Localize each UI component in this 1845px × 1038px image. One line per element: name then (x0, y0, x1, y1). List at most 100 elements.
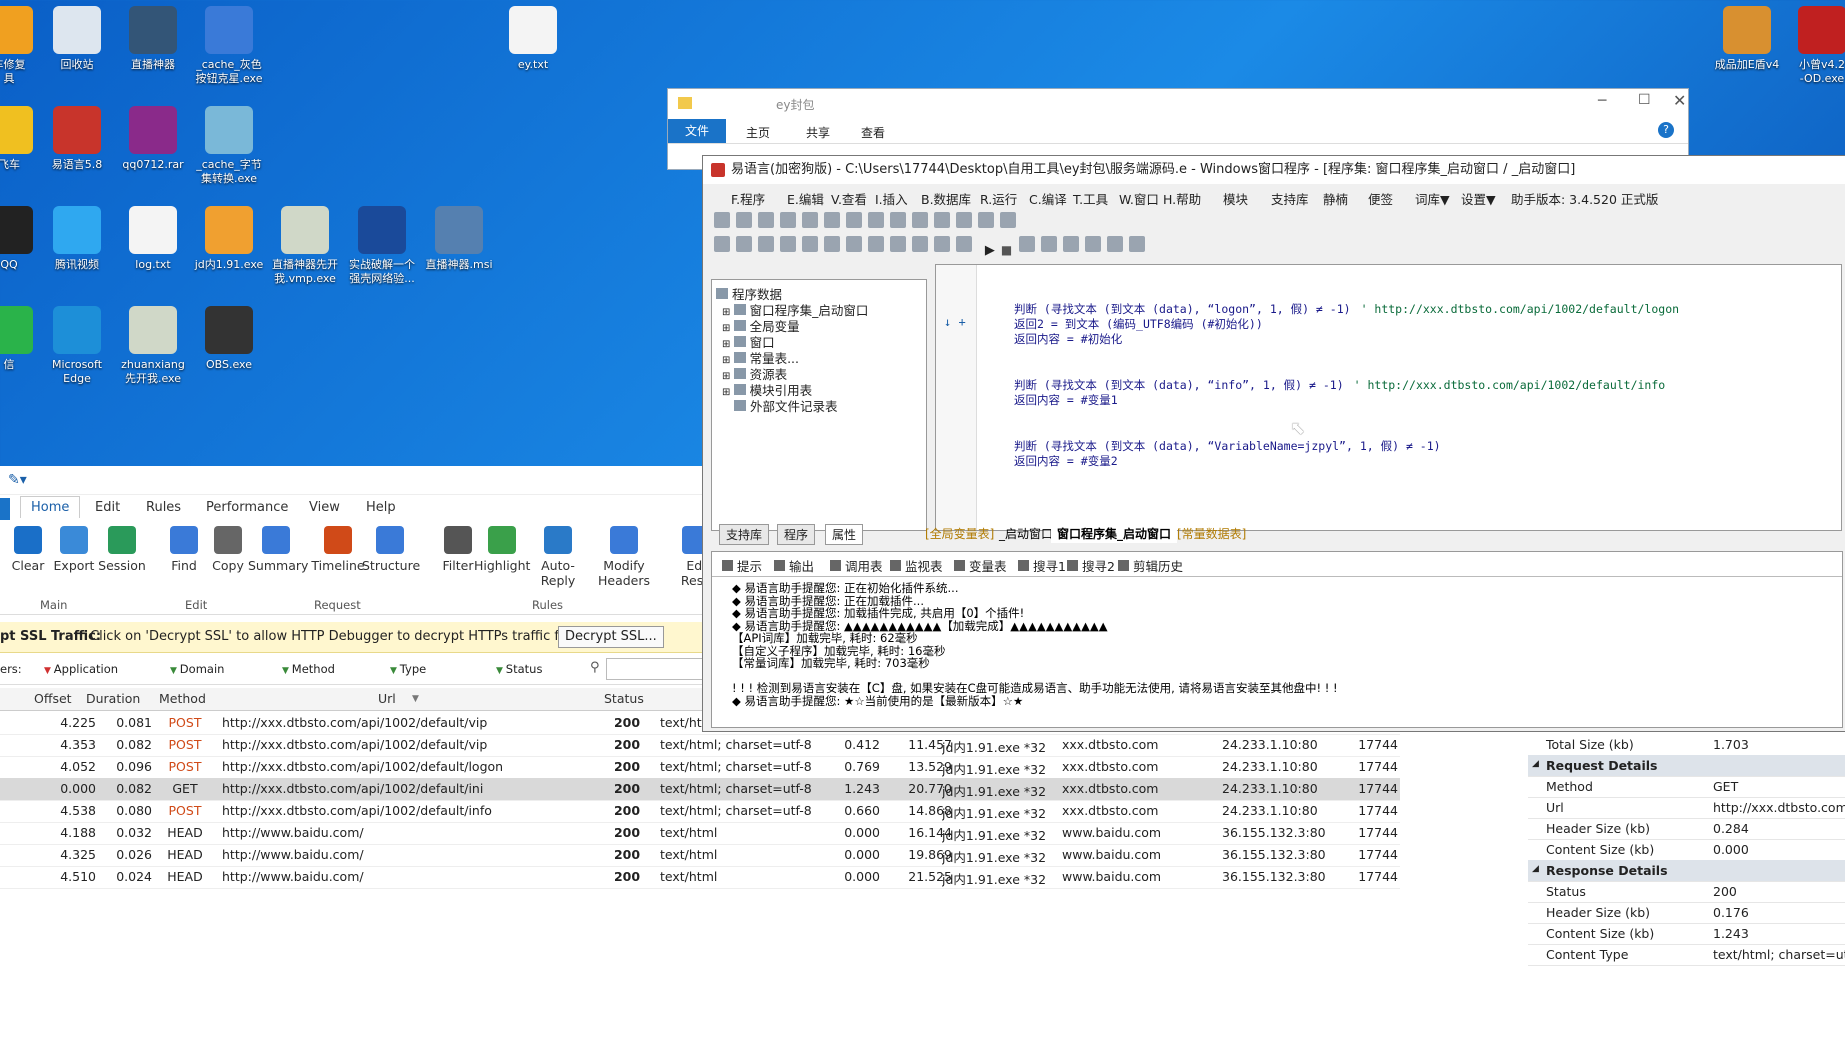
tools-icon[interactable] (1129, 236, 1145, 252)
toolbar-icon[interactable] (802, 212, 818, 228)
filter-application-dropdown[interactable]: ▼ Application (44, 662, 118, 676)
desktop-icon[interactable]: Microsoft Edge (40, 306, 114, 386)
toolbar-icon[interactable] (890, 212, 906, 228)
paste-icon[interactable] (824, 236, 840, 252)
col-duration[interactable]: Duration (86, 691, 140, 706)
menu-item[interactable]: 支持库 (1271, 189, 1309, 208)
collapse-icon[interactable]: ◢ (1532, 759, 1539, 769)
minimize-icon[interactable]: ─ (1598, 93, 1606, 109)
desktop-icon[interactable]: 回收站 (40, 6, 114, 72)
menu-item[interactable]: T.工具 (1073, 189, 1108, 208)
output-tab[interactable]: 调用表 (830, 556, 883, 575)
toolbar-icon[interactable] (978, 212, 994, 228)
menu-item[interactable]: 静楠 (1323, 189, 1348, 208)
editor-tab[interactable]: 窗口程序集_启动窗口 (1051, 524, 1178, 543)
menu-item[interactable]: H.帮助 (1163, 189, 1201, 208)
tab-edit[interactable]: Edit (95, 500, 120, 515)
tab-performance[interactable]: Performance (206, 500, 288, 515)
output-tab[interactable]: 搜寻2 (1067, 556, 1115, 575)
tab-home[interactable]: Home (20, 496, 81, 518)
editor-tab[interactable]: [常量数据表] (1171, 524, 1252, 543)
toolbar-icon[interactable] (846, 212, 862, 228)
collapse-icon[interactable]: ◢ (1532, 864, 1539, 874)
desktop-icon[interactable]: 成品加E盾v4 (1710, 6, 1784, 72)
menu-item[interactable]: 便签 (1368, 189, 1393, 208)
code-line[interactable]: 返回内容 = #初始化 (1014, 331, 1122, 347)
cut-icon[interactable] (780, 236, 796, 252)
maximize-icon[interactable]: ☐ (1638, 92, 1651, 108)
left-panel-tab[interactable]: 属性 (825, 524, 864, 545)
window-icon[interactable] (956, 236, 972, 252)
expand-icon[interactable]: ⊞ (722, 387, 734, 398)
code-editor[interactable]: ↓ + 判断 (寻找文本 (到文本 (data), “logon”, 1, 假)… (935, 264, 1842, 531)
desktop-icon[interactable]: 直播神器先开 我.vmp.exe (268, 206, 342, 286)
summary-button[interactable]: Summary (248, 526, 308, 573)
code-line[interactable]: 返回2 = 到文本 (编码_UTF8编码 (#初始化)) (1014, 316, 1263, 332)
tab-home[interactable]: 主页 (746, 124, 770, 141)
desktop-icon[interactable]: qq0712.rar (116, 106, 190, 172)
output-tab[interactable]: 提示 (722, 556, 762, 575)
menu-item[interactable]: C.编译 (1029, 189, 1067, 208)
output-tab[interactable]: 搜寻1 (1018, 556, 1066, 575)
toolbar-icon[interactable] (758, 212, 774, 228)
desktop-icon[interactable]: 直播神器.msi (422, 206, 496, 272)
col-status[interactable]: Status (604, 691, 644, 706)
tab-help[interactable]: Help (366, 500, 396, 515)
toolbar-icon[interactable] (868, 212, 884, 228)
help-icon[interactable]: ? (1658, 122, 1674, 138)
stop-icon[interactable]: ■ (1001, 243, 1012, 257)
step-icon[interactable] (1041, 236, 1057, 252)
desktop-icon[interactable]: 直播神器 (116, 6, 190, 72)
tab-view[interactable]: View (309, 500, 340, 515)
step-icon[interactable] (1085, 236, 1101, 252)
redo-icon[interactable] (868, 236, 884, 252)
editor-tab[interactable]: _启动窗口 (993, 524, 1059, 543)
desktop-icon[interactable]: OBS.exe (192, 306, 266, 372)
menu-item[interactable]: V.查看 (831, 189, 867, 208)
left-panel-tab[interactable]: 程序 (777, 524, 816, 545)
desktop-icon[interactable]: ey.txt (496, 6, 570, 72)
window-icon[interactable] (912, 236, 928, 252)
code-line[interactable]: 判断 (寻找文本 (到文本 (data), “info”, 1, 假) ≠ -1… (1014, 377, 1665, 393)
desktop-icon[interactable]: 腾讯视频 (40, 206, 114, 272)
table-row[interactable]: 4.510 0.024 HEAD http://www.baidu.com/200 te… (0, 866, 1400, 889)
desktop-icon[interactable]: 小曾v4.2 -OD.exe (1785, 6, 1845, 86)
save-icon[interactable] (758, 236, 774, 252)
filter-type-dropdown[interactable]: ▼ Type (390, 662, 426, 676)
table-row[interactable]: 4.325 0.026 HEAD http://www.baidu.com/200 te… (0, 844, 1400, 867)
filter-domain-dropdown[interactable]: ▼ Domain (170, 662, 224, 676)
tab-file[interactable]: 文件 (668, 119, 726, 143)
desktop-icon[interactable]: 实战破解一个 强壳网络验... (345, 206, 419, 286)
find-icon[interactable] (890, 236, 906, 252)
quick-access-icon[interactable]: ✎▾ (8, 472, 27, 488)
output-tab[interactable]: 监视表 (890, 556, 943, 575)
menu-item[interactable]: E.编辑 (787, 189, 824, 208)
desktop-icon[interactable]: _cache_字节 集转换.exe (192, 106, 266, 186)
tab-view[interactable]: 查看 (861, 124, 885, 141)
run-icon[interactable]: ▶ (985, 243, 995, 258)
undo-icon[interactable] (846, 236, 862, 252)
menu-item[interactable]: 设置▼ (1461, 189, 1496, 208)
code-line[interactable]: 判断 (寻找文本 (到文本 (data), “logon”, 1, 假) ≠ -… (1014, 301, 1679, 317)
desktop-icon[interactable]: jd内1.91.exe (192, 206, 266, 272)
menu-item[interactable]: 词库▼ (1415, 189, 1450, 208)
close-icon[interactable]: ✕ (1673, 91, 1686, 110)
table-row[interactable]: 4.353 0.082 POST http://xxx.dtbsto.com/api/… (0, 734, 1400, 757)
new-icon[interactable] (714, 236, 730, 252)
tree-node[interactable]: 外部文件记录表 (734, 396, 838, 415)
toolbar-icon[interactable] (824, 212, 840, 228)
timeline-button[interactable]: Timeline (310, 526, 366, 573)
auto-reply-button[interactable]: Auto-Reply (530, 526, 586, 588)
code-line[interactable]: 返回内容 = #变量2 (1014, 453, 1118, 469)
window-icon[interactable] (934, 236, 950, 252)
menu-item[interactable]: B.数据库 (921, 189, 971, 208)
desktop-icon[interactable]: _cache_灰色 按钮克星.exe (192, 6, 266, 86)
menu-item[interactable]: R.运行 (980, 189, 1017, 208)
filter-method-dropdown[interactable]: ▼ Method (282, 662, 335, 676)
modify-headers-button[interactable]: Modify Headers (596, 526, 652, 588)
desktop-icon[interactable]: 易语言5.8 (40, 106, 114, 172)
toolbar-icon[interactable] (736, 212, 752, 228)
decrypt-ssl-button[interactable]: Decrypt SSL... (558, 626, 664, 648)
menu-item[interactable]: I.插入 (875, 189, 908, 208)
col-offset[interactable]: Offset (34, 691, 72, 706)
